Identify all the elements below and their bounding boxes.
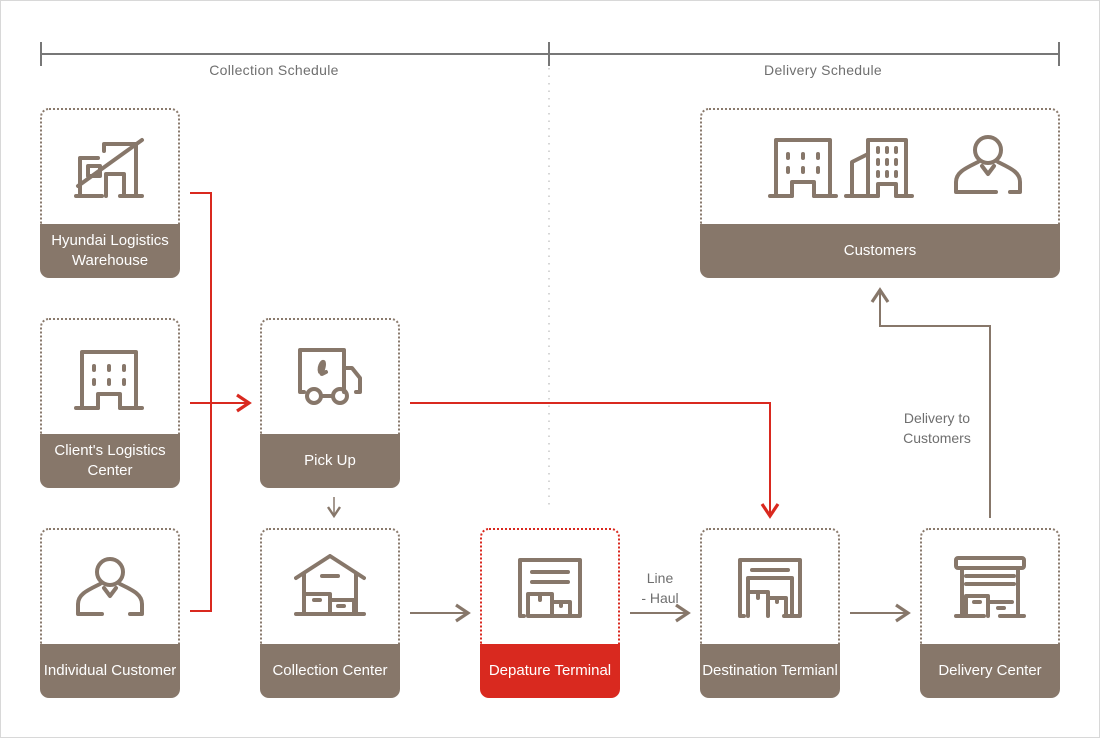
node-label: Collection Center	[260, 644, 400, 698]
node-label: Hyundai Logistics Warehouse	[40, 224, 180, 278]
node-hyundai-warehouse[interactable]: Hyundai Logistics Warehouse	[40, 108, 180, 278]
node-individual-customer[interactable]: Individual Customer	[40, 528, 180, 698]
tall-building-icon	[844, 138, 914, 198]
terminal-boxes-icon	[738, 558, 802, 618]
warehouse-icon	[74, 138, 144, 198]
node-label: Customers	[700, 224, 1060, 278]
node-label: Delivery Center	[920, 644, 1060, 698]
office-building-icon	[768, 138, 838, 198]
delivery-to-customers-label: Delivery to Customers	[903, 410, 971, 446]
delivery-schedule-label: Delivery Schedule	[764, 62, 882, 78]
node-client-logistics-center[interactable]: Client's Logistics Center	[40, 318, 180, 488]
node-pick-up[interactable]: Pick Up	[260, 318, 400, 488]
terminal-boxes-icon	[518, 558, 582, 618]
node-label: Pick Up	[260, 434, 400, 488]
store-boxes-icon	[954, 556, 1026, 618]
delivery-to-customers-arrow	[870, 287, 991, 518]
node-destination-terminal[interactable]: Destination Termianl	[700, 528, 840, 698]
person-icon	[76, 557, 144, 616]
node-label: Depature Terminal	[480, 644, 620, 698]
node-departure-terminal[interactable]: Depature Terminal	[480, 528, 620, 698]
node-collection-center[interactable]: Collection Center	[260, 528, 400, 698]
line-haul-label: Line - Haul	[641, 570, 679, 606]
house-with-boxes-icon	[294, 554, 366, 616]
node-customers[interactable]: Customers	[700, 108, 1060, 278]
node-label: Destination Termianl	[700, 644, 840, 698]
truck-icon	[298, 348, 362, 405]
node-label: Individual Customer	[40, 644, 180, 698]
person-icon	[954, 135, 1022, 194]
node-delivery-center[interactable]: Delivery Center	[920, 528, 1060, 698]
collection-schedule-label: Collection Schedule	[209, 62, 339, 78]
office-building-icon	[74, 350, 144, 410]
node-label: Client's Logistics Center	[40, 434, 180, 488]
